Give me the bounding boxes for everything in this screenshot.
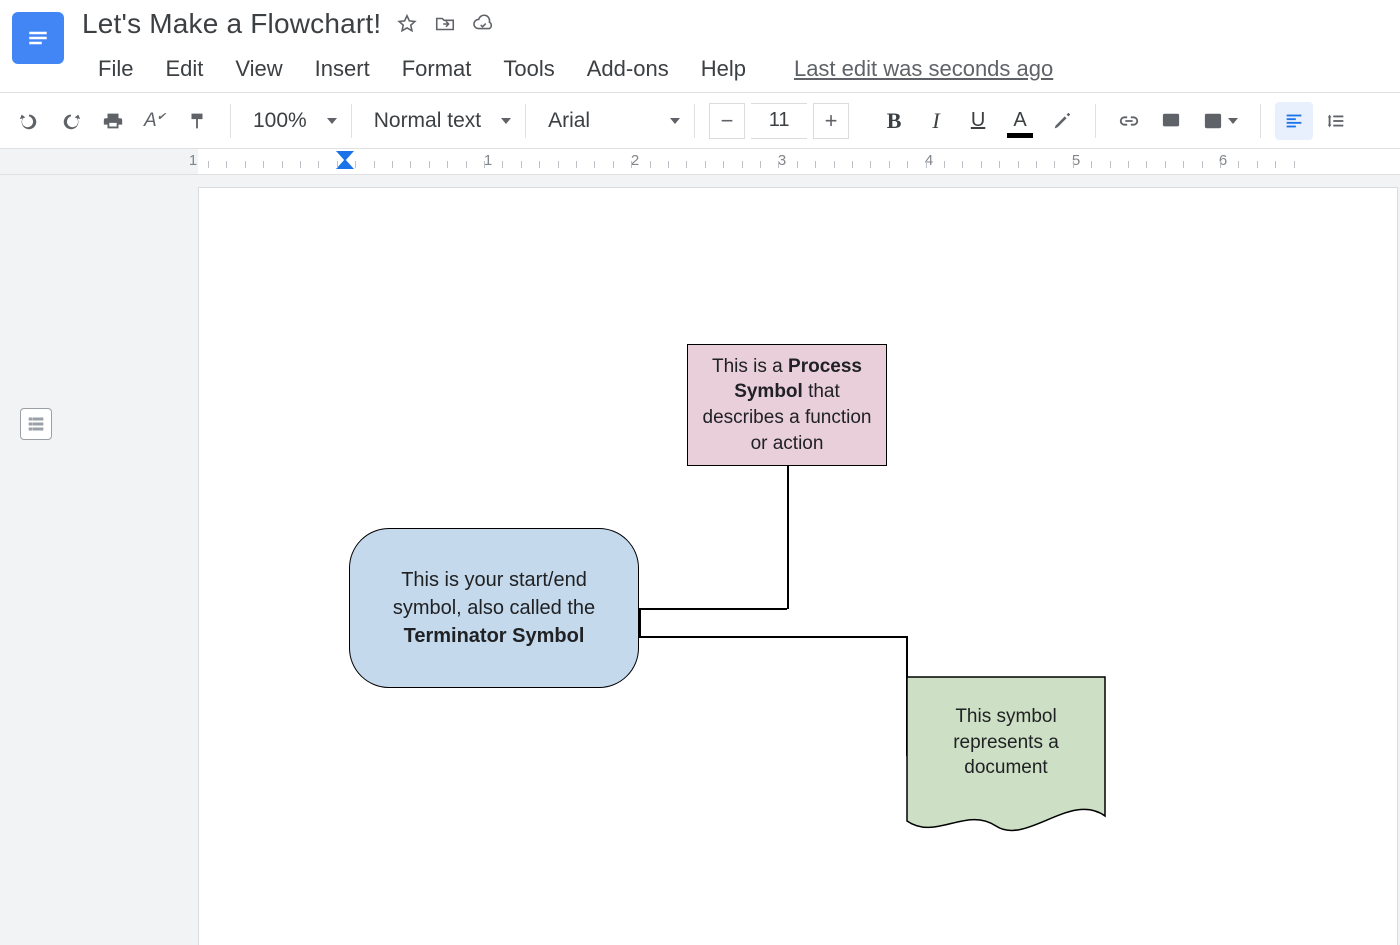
font-size-decrease-button[interactable]: − [709,103,745,139]
font-size-input[interactable] [751,103,807,139]
flowchart-terminator-shape[interactable]: This is your start/end symbol, also call… [349,528,639,688]
connector-line[interactable] [639,608,787,610]
ruler[interactable]: 1 1 2 3 4 5 6 [0,149,1400,175]
line-spacing-button[interactable] [1317,102,1355,140]
menu-view[interactable]: View [219,50,298,92]
insert-link-button[interactable] [1110,102,1148,140]
connector-line[interactable] [639,636,906,638]
ruler-number: 1 [189,152,197,169]
menu-addons[interactable]: Add-ons [571,50,685,92]
toolbar: A✔ 100% Normal text Arial − + B I U A [0,92,1400,149]
flowchart-document-shape[interactable]: This symbol represents a document [906,676,1106,838]
undo-button[interactable] [10,102,48,140]
cloud-status-icon[interactable] [471,12,495,36]
align-left-button[interactable] [1275,102,1313,140]
editor-canvas[interactable]: This is your start/end symbol, also call… [0,175,1400,945]
chevron-down-icon [501,118,511,124]
shape-text: This is your start/end symbol, also call… [370,566,618,650]
separator [230,104,231,138]
menu-edit[interactable]: Edit [149,50,219,92]
shape-text: This is a Process Symbol that describes … [700,354,874,457]
redo-button[interactable] [52,102,90,140]
underline-button[interactable]: U [959,102,997,140]
paint-format-button[interactable] [178,102,216,140]
docs-logo-icon[interactable] [12,12,64,64]
highlight-color-button[interactable] [1043,102,1081,140]
chevron-down-icon [670,118,680,124]
zoom-dropdown[interactable]: 100% [245,109,337,133]
insert-comment-button[interactable] [1152,102,1190,140]
font-size-group: − + [709,103,849,139]
connector-line[interactable] [639,608,641,637]
insert-image-button[interactable] [1194,102,1246,140]
chevron-down-icon [1228,118,1238,124]
ruler-scale: 1 1 2 3 4 5 6 [198,149,1400,174]
menu-file[interactable]: File [82,50,149,92]
separator [351,104,352,138]
menu-format[interactable]: Format [386,50,488,92]
separator [1095,104,1096,138]
separator [525,104,526,138]
menu-help[interactable]: Help [685,50,762,92]
font-dropdown[interactable]: Arial [540,109,680,133]
print-button[interactable] [94,102,132,140]
separator [694,104,695,138]
document-outline-button[interactable] [20,408,52,440]
menu-tools[interactable]: Tools [487,50,570,92]
zoom-value: 100% [245,109,315,133]
font-size-increase-button[interactable]: + [813,103,849,139]
paragraph-style-value: Normal text [366,109,489,133]
bold-button[interactable]: B [875,102,913,140]
chevron-down-icon [327,118,337,124]
connector-line[interactable] [787,466,789,609]
paragraph-style-dropdown[interactable]: Normal text [366,109,511,133]
last-edit-link[interactable]: Last edit was seconds ago [762,50,1069,92]
spellcheck-button[interactable]: A✔ [136,102,174,140]
separator [1260,104,1261,138]
ruler-number: 1 [484,152,492,169]
document-page[interactable]: This is your start/end symbol, also call… [198,187,1398,945]
app-header: Let's Make a Flowchart! File Edit View I… [0,0,1400,92]
indent-marker[interactable] [336,151,354,169]
document-title[interactable]: Let's Make a Flowchart! [82,8,381,40]
text-color-button[interactable]: A [1001,102,1039,140]
font-value: Arial [540,109,598,133]
menu-insert[interactable]: Insert [299,50,386,92]
italic-button[interactable]: I [917,102,955,140]
menu-bar: File Edit View Insert Format Tools Add-o… [82,50,1388,92]
flowchart-process-shape[interactable]: This is a Process Symbol that describes … [687,344,887,466]
star-icon[interactable] [395,12,419,36]
move-folder-icon[interactable] [433,12,457,36]
shape-text: This symbol represents a document [906,704,1106,781]
